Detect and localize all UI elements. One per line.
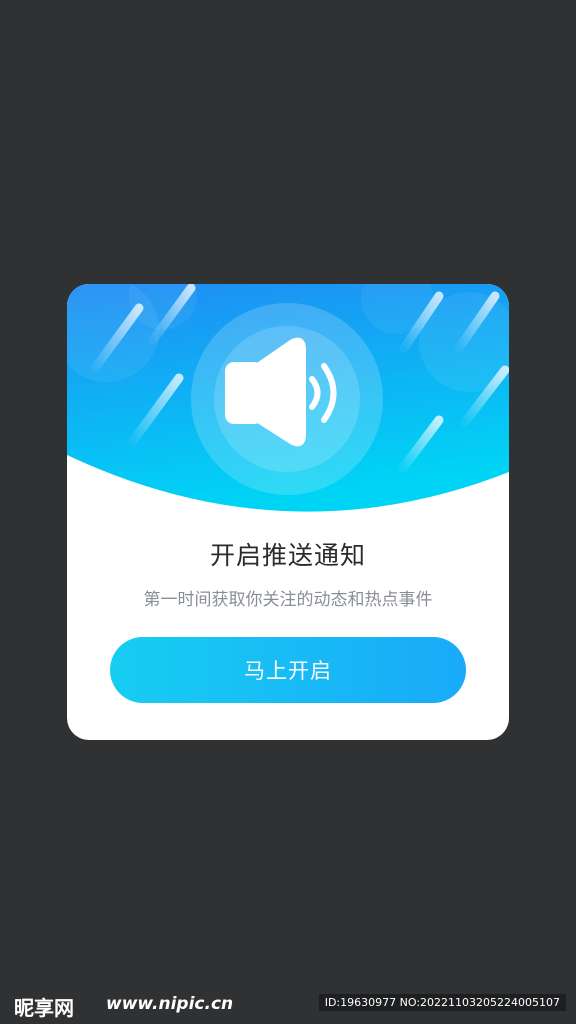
watermark-logo: 昵享网 [14, 996, 74, 1020]
push-notification-dialog: 开启推送通知 第一时间获取你关注的动态和热点事件 马上开启 [67, 284, 509, 740]
header-illustration [67, 284, 509, 512]
dialog-subtitle: 第一时间获取你关注的动态和热点事件 [143, 590, 433, 610]
dialog-title: 开启推送通知 [209, 541, 366, 570]
watermark-url: www.nipic.cn [106, 994, 234, 1014]
enable-now-button[interactable]: 马上开启 [110, 637, 466, 703]
watermark-id: ID:19630977 NO:20221103205224005107 [318, 994, 566, 1011]
